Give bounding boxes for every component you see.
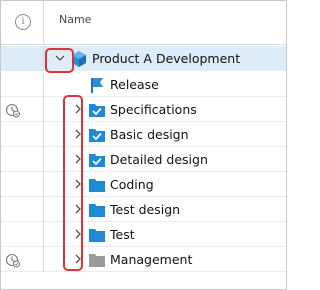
tree-node-label: Release	[110, 77, 159, 92]
info-cell	[1, 97, 44, 122]
tree-row[interactable]: Specifications	[1, 97, 286, 122]
tree-row[interactable]: Test	[1, 222, 286, 247]
tree-node-label: Management	[110, 252, 193, 267]
tree-row[interactable]: Basic design	[1, 122, 286, 147]
tree-node-label: Test design	[110, 202, 181, 217]
tree-node-label: Basic design	[110, 127, 189, 142]
tree-node-label: Specifications	[110, 102, 197, 117]
column-header-row: i Name	[1, 1, 286, 45]
folder-checked-icon	[89, 129, 105, 142]
info-cell	[1, 172, 44, 197]
tree-node-label: Product A Development	[92, 51, 241, 66]
info-cell	[1, 72, 44, 97]
pending-status-icon[interactable]	[5, 252, 21, 268]
chevron-right-icon[interactable]	[72, 228, 84, 240]
milestone-flag-icon	[91, 78, 103, 93]
tree-node-label: Detailed design	[110, 152, 208, 167]
info-cell	[1, 147, 44, 172]
folder-icon	[89, 229, 105, 242]
info-cell	[1, 46, 44, 71]
tree-row[interactable]: Product A Development	[1, 46, 286, 71]
info-icon: i	[15, 14, 31, 30]
tree-row[interactable]: Coding	[1, 172, 286, 197]
info-cell	[1, 247, 44, 272]
tree-row[interactable]: Management	[1, 247, 286, 272]
tree-row[interactable]: Release	[1, 72, 286, 97]
folder-checked-icon	[89, 104, 105, 117]
folder-icon	[89, 179, 105, 192]
folder-checked-icon	[89, 154, 105, 167]
tree-node-label: Coding	[110, 177, 154, 192]
chevron-right-icon[interactable]	[72, 203, 84, 215]
folder-gray-icon	[89, 254, 105, 267]
chevron-right-icon[interactable]	[72, 153, 84, 165]
info-cell	[1, 197, 44, 222]
tree-row[interactable]: Test design	[1, 197, 286, 222]
folder-icon	[89, 204, 105, 217]
product-cube-icon	[72, 51, 86, 67]
chevron-right-icon[interactable]	[72, 103, 84, 115]
info-cell	[1, 122, 44, 147]
pending-status-icon[interactable]	[5, 102, 21, 118]
tree-panel: i Name Product A Development Release Spe…	[0, 0, 287, 290]
name-column-header[interactable]: Name	[59, 13, 91, 26]
chevron-right-icon[interactable]	[72, 253, 84, 265]
info-cell	[1, 222, 44, 247]
chevron-down-icon[interactable]	[54, 52, 66, 64]
tree-row[interactable]: Detailed design	[1, 147, 286, 172]
tree-node-label: Test	[110, 227, 135, 242]
info-column-header[interactable]: i	[1, 1, 44, 45]
chevron-right-icon[interactable]	[72, 128, 84, 140]
chevron-right-icon[interactable]	[72, 178, 84, 190]
